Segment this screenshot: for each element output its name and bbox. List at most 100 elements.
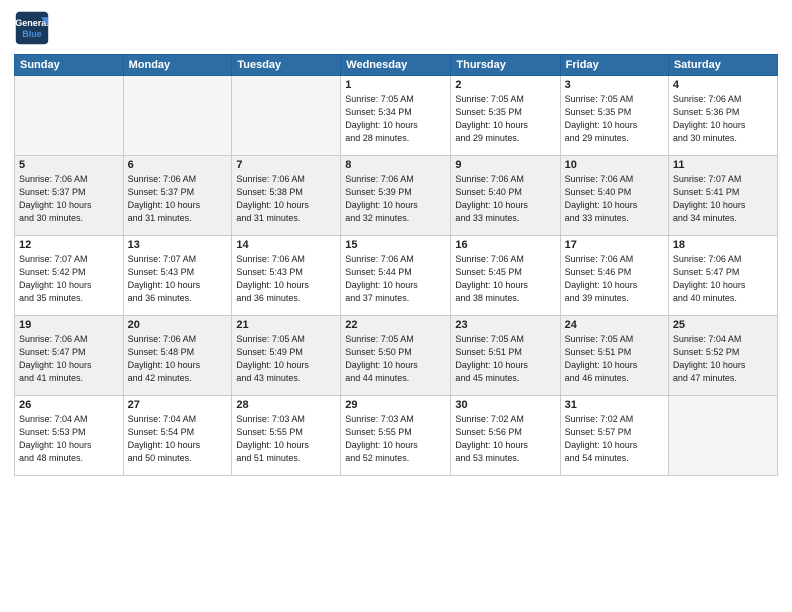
day-info: Sunrise: 7:06 AMSunset: 5:40 PMDaylight:… (455, 173, 555, 225)
weekday-header-sunday: Sunday (15, 55, 124, 76)
calendar-cell: 31 Sunrise: 7:02 AMSunset: 5:57 PMDayligh… (560, 396, 668, 476)
day-info: Sunrise: 7:07 AMSunset: 5:41 PMDaylight:… (673, 173, 773, 225)
calendar-cell: 21 Sunrise: 7:05 AMSunset: 5:49 PMDayligh… (232, 316, 341, 396)
page: General Blue SundayMondayTuesdayWednesda… (0, 0, 792, 612)
day-info: Sunrise: 7:04 AMSunset: 5:53 PMDaylight:… (19, 413, 119, 465)
day-info: Sunrise: 7:05 AMSunset: 5:50 PMDaylight:… (345, 333, 446, 385)
header: General Blue (14, 10, 778, 46)
calendar-cell: 22 Sunrise: 7:05 AMSunset: 5:50 PMDayligh… (341, 316, 451, 396)
day-info: Sunrise: 7:05 AMSunset: 5:51 PMDaylight:… (455, 333, 555, 385)
day-info: Sunrise: 7:06 AMSunset: 5:47 PMDaylight:… (673, 253, 773, 305)
calendar-cell: 26Sunrise: 7:04 AMSunset: 5:53 PMDayligh… (15, 396, 124, 476)
day-info: Sunrise: 7:06 AMSunset: 5:46 PMDaylight:… (565, 253, 664, 305)
day-number: 24 (565, 319, 664, 331)
day-number: 5 (19, 159, 119, 171)
day-info: Sunrise: 7:05 AMSunset: 5:34 PMDaylight:… (345, 93, 446, 145)
day-number: 23 (455, 319, 555, 331)
weekday-header-monday: Monday (123, 55, 232, 76)
calendar-cell: 11 Sunrise: 7:07 AMSunset: 5:41 PMDayligh… (668, 156, 777, 236)
day-number: 7 (236, 159, 336, 171)
calendar-cell: 30 Sunrise: 7:02 AMSunset: 5:56 PMDayligh… (451, 396, 560, 476)
day-number: 11 (673, 159, 773, 171)
day-info: Sunrise: 7:06 AMSunset: 5:45 PMDaylight:… (455, 253, 555, 305)
day-number: 15 (345, 239, 446, 251)
calendar-cell (123, 76, 232, 156)
day-number: 16 (455, 239, 555, 251)
day-number: 3 (565, 79, 664, 91)
weekday-header-saturday: Saturday (668, 55, 777, 76)
calendar-cell: 8Sunrise: 7:06 AMSunset: 5:39 PMDaylight… (341, 156, 451, 236)
day-number: 21 (236, 319, 336, 331)
calendar-cell: 24 Sunrise: 7:05 AMSunset: 5:51 PMDayligh… (560, 316, 668, 396)
day-number: 13 (128, 239, 228, 251)
calendar-cell: 10 Sunrise: 7:06 AMSunset: 5:40 PMDayligh… (560, 156, 668, 236)
calendar-week-row: 5 Sunrise: 7:06 AMSunset: 5:37 PMDaylight… (15, 156, 778, 236)
day-info: Sunrise: 7:06 AMSunset: 5:40 PMDaylight:… (565, 173, 664, 225)
calendar-cell (668, 396, 777, 476)
day-info: Sunrise: 7:03 AMSunset: 5:55 PMDaylight:… (236, 413, 336, 465)
day-info: Sunrise: 7:05 AMSunset: 5:49 PMDaylight:… (236, 333, 336, 385)
day-number: 9 (455, 159, 555, 171)
day-number: 31 (565, 399, 664, 411)
calendar-cell: 14 Sunrise: 7:06 AMSunset: 5:43 PMDayligh… (232, 236, 341, 316)
day-info: Sunrise: 7:05 AMSunset: 5:51 PMDaylight:… (565, 333, 664, 385)
calendar-table: SundayMondayTuesdayWednesdayThursdayFrid… (14, 54, 778, 476)
calendar-cell: 13 Sunrise: 7:07 AMSunset: 5:43 PMDayligh… (123, 236, 232, 316)
day-info: Sunrise: 7:04 AMSunset: 5:52 PMDaylight:… (673, 333, 773, 385)
calendar-cell: 16 Sunrise: 7:06 AMSunset: 5:45 PMDayligh… (451, 236, 560, 316)
calendar-cell: 19 Sunrise: 7:06 AMSunset: 5:47 PMDayligh… (15, 316, 124, 396)
calendar-cell: 4 Sunrise: 7:06 AMSunset: 5:36 PMDaylight… (668, 76, 777, 156)
day-number: 17 (565, 239, 664, 251)
day-number: 4 (673, 79, 773, 91)
day-number: 19 (19, 319, 119, 331)
weekday-header-thursday: Thursday (451, 55, 560, 76)
day-info: Sunrise: 7:06 AMSunset: 5:38 PMDaylight:… (236, 173, 336, 225)
calendar-week-row: 26Sunrise: 7:04 AMSunset: 5:53 PMDayligh… (15, 396, 778, 476)
calendar-week-row: 19 Sunrise: 7:06 AMSunset: 5:47 PMDayligh… (15, 316, 778, 396)
calendar-cell: 18Sunrise: 7:06 AMSunset: 5:47 PMDayligh… (668, 236, 777, 316)
day-number: 10 (565, 159, 664, 171)
day-number: 2 (455, 79, 555, 91)
calendar-cell (15, 76, 124, 156)
day-info: Sunrise: 7:06 AMSunset: 5:47 PMDaylight:… (19, 333, 119, 385)
day-info: Sunrise: 7:07 AMSunset: 5:42 PMDaylight:… (19, 253, 119, 305)
calendar-cell: 29 Sunrise: 7:03 AMSunset: 5:55 PMDayligh… (341, 396, 451, 476)
day-number: 22 (345, 319, 446, 331)
calendar-cell: 25Sunrise: 7:04 AMSunset: 5:52 PMDayligh… (668, 316, 777, 396)
day-info: Sunrise: 7:03 AMSunset: 5:55 PMDaylight:… (345, 413, 446, 465)
calendar-cell: 23 Sunrise: 7:05 AMSunset: 5:51 PMDayligh… (451, 316, 560, 396)
calendar-week-row: 1 Sunrise: 7:05 AMSunset: 5:34 PMDaylight… (15, 76, 778, 156)
day-info: Sunrise: 7:06 AMSunset: 5:43 PMDaylight:… (236, 253, 336, 305)
calendar-cell: 2 Sunrise: 7:05 AMSunset: 5:35 PMDaylight… (451, 76, 560, 156)
day-info: Sunrise: 7:02 AMSunset: 5:56 PMDaylight:… (455, 413, 555, 465)
calendar-cell: 3Sunrise: 7:05 AMSunset: 5:35 PMDaylight… (560, 76, 668, 156)
day-info: Sunrise: 7:06 AMSunset: 5:36 PMDaylight:… (673, 93, 773, 145)
day-info: Sunrise: 7:06 AMSunset: 5:37 PMDaylight:… (128, 173, 228, 225)
day-number: 20 (128, 319, 228, 331)
calendar-cell: 1 Sunrise: 7:05 AMSunset: 5:34 PMDaylight… (341, 76, 451, 156)
day-number: 28 (236, 399, 336, 411)
day-number: 14 (236, 239, 336, 251)
day-number: 30 (455, 399, 555, 411)
calendar-cell: 7 Sunrise: 7:06 AMSunset: 5:38 PMDaylight… (232, 156, 341, 236)
day-number: 29 (345, 399, 446, 411)
calendar-cell: 12Sunrise: 7:07 AMSunset: 5:42 PMDayligh… (15, 236, 124, 316)
weekday-header-row: SundayMondayTuesdayWednesdayThursdayFrid… (15, 55, 778, 76)
calendar-cell: 9 Sunrise: 7:06 AMSunset: 5:40 PMDaylight… (451, 156, 560, 236)
calendar-week-row: 12Sunrise: 7:07 AMSunset: 5:42 PMDayligh… (15, 236, 778, 316)
day-info: Sunrise: 7:06 AMSunset: 5:44 PMDaylight:… (345, 253, 446, 305)
weekday-header-friday: Friday (560, 55, 668, 76)
calendar-cell (232, 76, 341, 156)
calendar-cell: 28 Sunrise: 7:03 AMSunset: 5:55 PMDayligh… (232, 396, 341, 476)
day-info: Sunrise: 7:07 AMSunset: 5:43 PMDaylight:… (128, 253, 228, 305)
day-info: Sunrise: 7:02 AMSunset: 5:57 PMDaylight:… (565, 413, 664, 465)
day-info: Sunrise: 7:06 AMSunset: 5:39 PMDaylight:… (345, 173, 446, 225)
day-info: Sunrise: 7:05 AMSunset: 5:35 PMDaylight:… (455, 93, 555, 145)
day-info: Sunrise: 7:06 AMSunset: 5:48 PMDaylight:… (128, 333, 228, 385)
calendar-cell: 6Sunrise: 7:06 AMSunset: 5:37 PMDaylight… (123, 156, 232, 236)
day-info: Sunrise: 7:06 AMSunset: 5:37 PMDaylight:… (19, 173, 119, 225)
calendar-cell: 5 Sunrise: 7:06 AMSunset: 5:37 PMDaylight… (15, 156, 124, 236)
logo-icon: General Blue (14, 10, 50, 46)
calendar-cell: 27Sunrise: 7:04 AMSunset: 5:54 PMDayligh… (123, 396, 232, 476)
day-number: 1 (345, 79, 446, 91)
